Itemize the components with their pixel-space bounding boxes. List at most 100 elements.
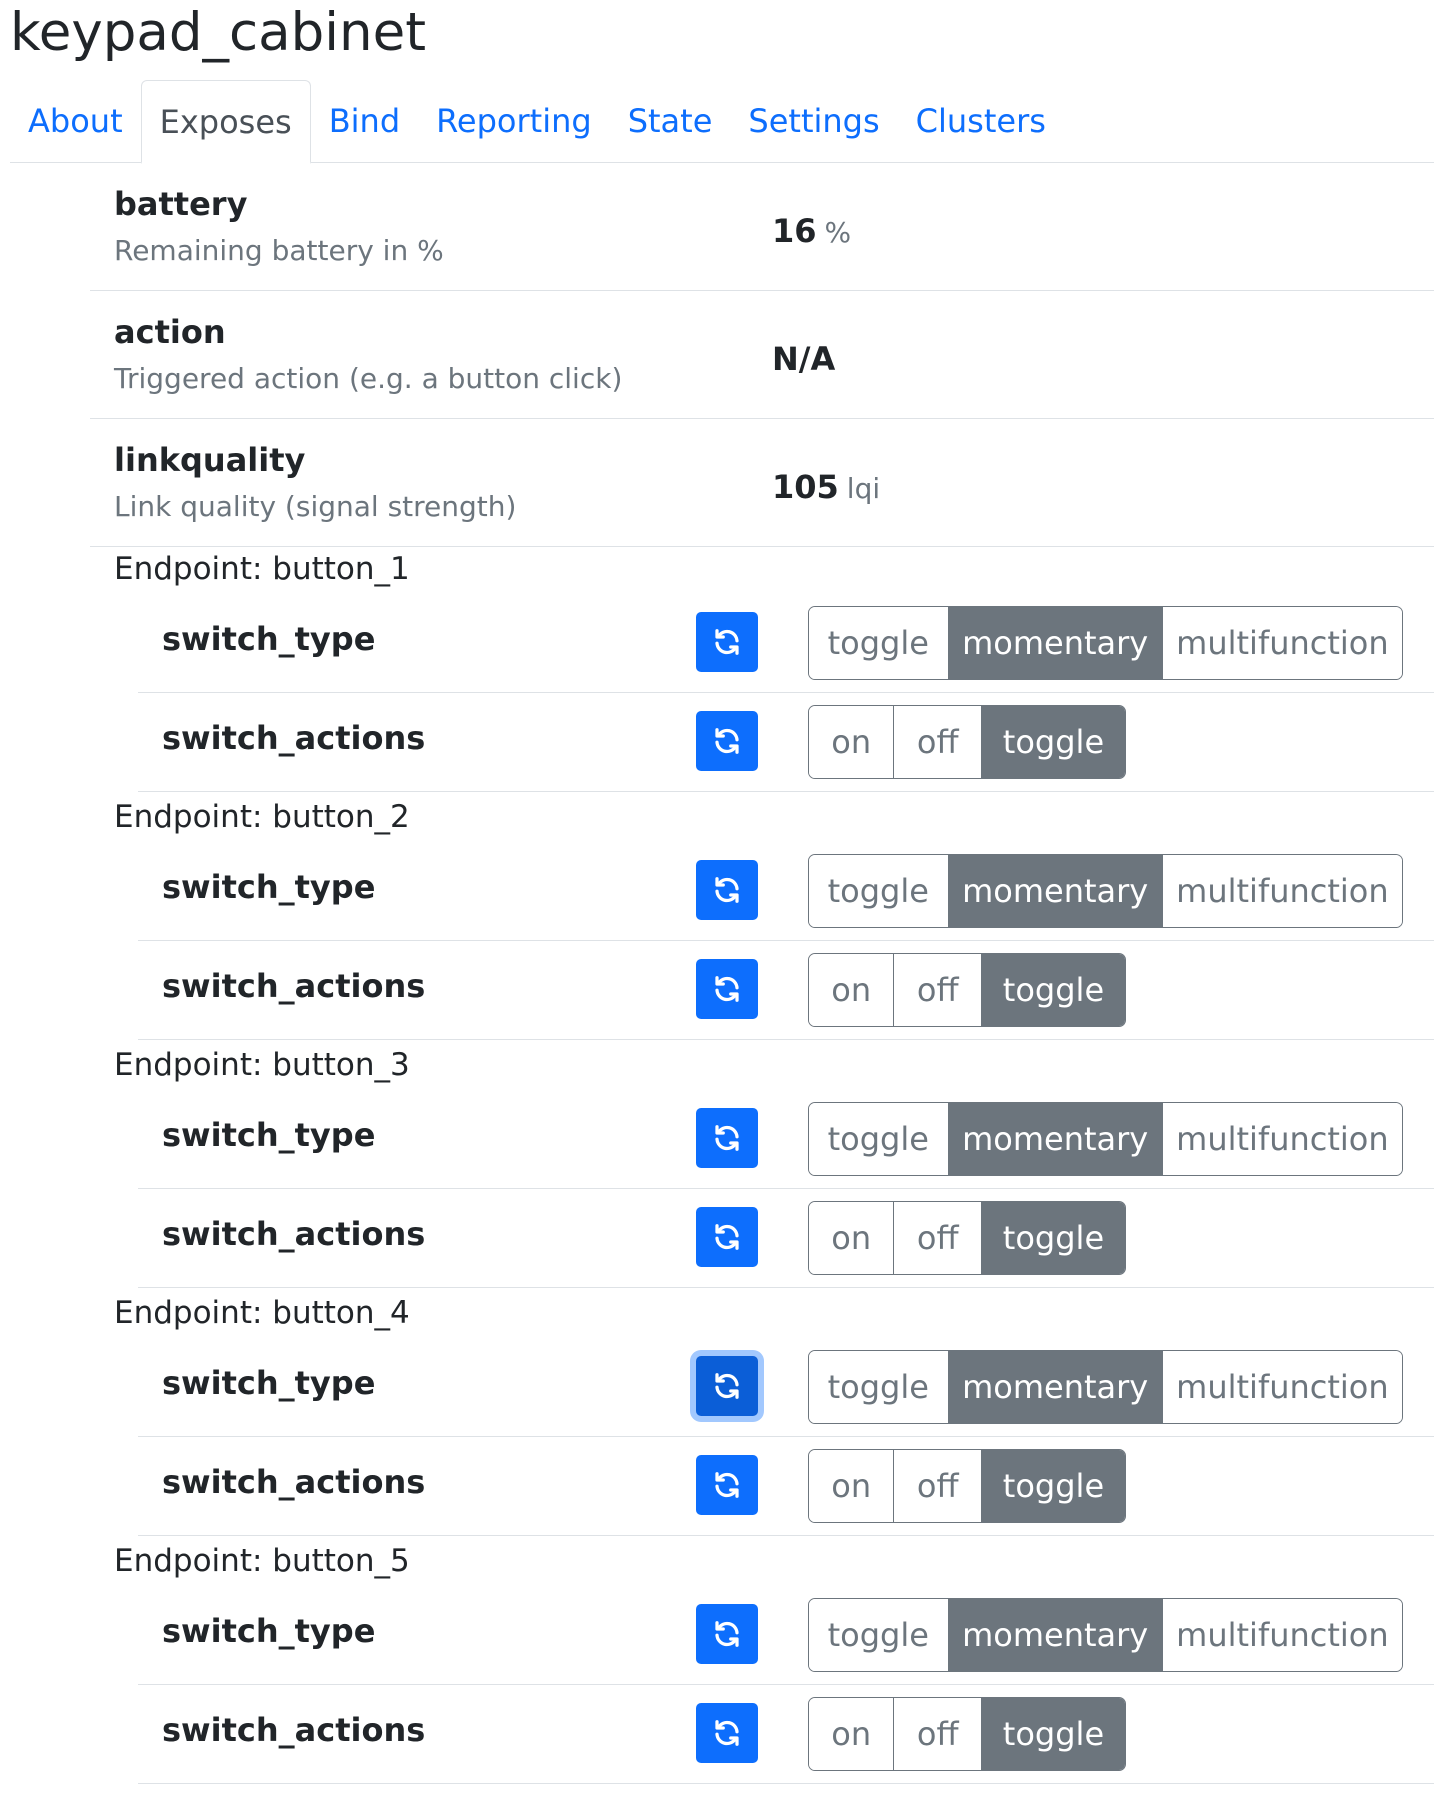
refresh-icon (712, 726, 742, 756)
option-multifunction[interactable]: multifunction (1162, 1103, 1402, 1175)
option-momentary[interactable]: momentary (948, 607, 1163, 679)
option-off[interactable]: off (894, 954, 982, 1026)
refresh-button[interactable] (696, 1604, 758, 1664)
refresh-button[interactable] (696, 1703, 758, 1763)
refresh-icon (712, 627, 742, 657)
expose-description: Triggered action (e.g. a button click) (114, 362, 623, 395)
switch-type-button-group: toggle momentary multifunction (808, 854, 1403, 928)
option-multifunction[interactable]: multifunction (1162, 1599, 1402, 1671)
setting-name: switch_actions (162, 1463, 426, 1501)
tab-bar: About Exposes Bind Reporting State Setti… (10, 80, 1434, 164)
expose-description: Link quality (signal strength) (114, 490, 517, 523)
option-on[interactable]: on (809, 954, 895, 1026)
endpoint-label: Endpoint: button_4 (114, 1295, 410, 1331)
option-toggle[interactable]: toggle (981, 1450, 1125, 1522)
expose-name: action (114, 313, 226, 351)
option-momentary[interactable]: momentary (948, 1351, 1163, 1423)
option-multifunction[interactable]: multifunction (1162, 855, 1402, 927)
switch-actions-row: switch_actions on off toggle (138, 693, 1434, 792)
option-off[interactable]: off (894, 706, 982, 778)
switch-actions-row: switch_actions on off toggle (138, 941, 1434, 1040)
switch-type-row: switch_type toggle momentary multifunction (138, 1338, 1434, 1437)
refresh-icon (712, 1222, 742, 1252)
option-toggle[interactable]: toggle (981, 1202, 1125, 1274)
refresh-button[interactable] (696, 1207, 758, 1267)
refresh-button[interactable] (696, 1108, 758, 1168)
option-toggle[interactable]: toggle (809, 607, 949, 679)
expose-row-battery: battery Remaining battery in % 16% (90, 163, 1434, 291)
tab-exposes[interactable]: Exposes (140, 80, 311, 164)
tab-about[interactable]: About (10, 80, 141, 162)
switch-actions-button-group: on off toggle (808, 1449, 1126, 1523)
tab-state[interactable]: State (610, 80, 731, 162)
setting-name: switch_type (162, 1364, 376, 1402)
option-on[interactable]: on (809, 1202, 895, 1274)
option-off[interactable]: off (894, 1450, 982, 1522)
page-title: keypad_cabinet (10, 2, 427, 63)
endpoint-label: Endpoint: button_2 (114, 799, 410, 835)
option-multifunction[interactable]: multifunction (1162, 607, 1402, 679)
refresh-button[interactable] (696, 860, 758, 920)
switch-type-button-group: toggle momentary multifunction (808, 606, 1403, 680)
setting-name: switch_type (162, 1116, 376, 1154)
expose-row-action: action Triggered action (e.g. a button c… (90, 291, 1434, 419)
refresh-button[interactable] (696, 959, 758, 1019)
option-on[interactable]: on (809, 1698, 895, 1770)
switch-actions-button-group: on off toggle (808, 705, 1126, 779)
expose-name: battery (114, 185, 248, 223)
option-toggle[interactable]: toggle (809, 1599, 949, 1671)
refresh-icon (712, 875, 742, 905)
option-toggle[interactable]: toggle (809, 1351, 949, 1423)
switch-type-row: switch_type toggle momentary multifunction (138, 594, 1434, 693)
switch-actions-button-group: on off toggle (808, 953, 1126, 1027)
switch-actions-row: switch_actions on off toggle (138, 1685, 1434, 1784)
refresh-icon (712, 1718, 742, 1748)
refresh-button[interactable] (696, 1455, 758, 1515)
switch-actions-row: switch_actions on off toggle (138, 1189, 1434, 1288)
switch-type-row: switch_type toggle momentary multifunction (138, 842, 1434, 941)
switch-type-row: switch_type toggle momentary multifunction (138, 1090, 1434, 1189)
expose-value-linkquality: 105 lqi (772, 468, 880, 506)
tab-settings[interactable]: Settings (730, 80, 897, 162)
refresh-icon (712, 1371, 742, 1401)
refresh-icon (712, 1619, 742, 1649)
option-toggle[interactable]: toggle (981, 1698, 1125, 1770)
setting-name: switch_actions (162, 967, 426, 1005)
switch-type-button-group: toggle momentary multifunction (808, 1598, 1403, 1672)
option-momentary[interactable]: momentary (948, 1103, 1163, 1175)
option-momentary[interactable]: momentary (948, 1599, 1163, 1671)
tab-clusters[interactable]: Clusters (898, 80, 1064, 162)
switch-type-row: switch_type toggle momentary multifunction (138, 1586, 1434, 1685)
setting-name: switch_actions (162, 1711, 426, 1749)
option-on[interactable]: on (809, 1450, 895, 1522)
linkquality-value: 105 (772, 468, 839, 506)
option-on[interactable]: on (809, 706, 895, 778)
option-multifunction[interactable]: multifunction (1162, 1351, 1402, 1423)
tab-bind[interactable]: Bind (311, 80, 418, 162)
option-toggle[interactable]: toggle (981, 706, 1125, 778)
setting-name: switch_type (162, 868, 376, 906)
refresh-icon (712, 1123, 742, 1153)
expose-value-battery: 16% (772, 212, 851, 250)
refresh-button[interactable] (696, 711, 758, 771)
battery-unit: % (824, 216, 852, 249)
tab-reporting[interactable]: Reporting (418, 80, 610, 162)
option-toggle[interactable]: toggle (809, 1103, 949, 1175)
option-toggle[interactable]: toggle (981, 954, 1125, 1026)
switch-actions-row: switch_actions on off toggle (138, 1437, 1434, 1536)
option-momentary[interactable]: momentary (948, 855, 1163, 927)
option-toggle[interactable]: toggle (809, 855, 949, 927)
endpoint-label: Endpoint: button_1 (114, 551, 410, 587)
switch-type-button-group: toggle momentary multifunction (808, 1102, 1403, 1176)
refresh-button[interactable] (696, 1356, 758, 1416)
option-off[interactable]: off (894, 1202, 982, 1274)
expose-row-linkquality: linkquality Link quality (signal strengt… (90, 419, 1434, 547)
battery-value: 16 (772, 212, 817, 250)
expose-name: linkquality (114, 441, 306, 479)
setting-name: switch_type (162, 1612, 376, 1650)
setting-name: switch_actions (162, 719, 426, 757)
refresh-button[interactable] (696, 612, 758, 672)
endpoint-label: Endpoint: button_5 (114, 1543, 410, 1579)
switch-type-button-group: toggle momentary multifunction (808, 1350, 1403, 1424)
option-off[interactable]: off (894, 1698, 982, 1770)
